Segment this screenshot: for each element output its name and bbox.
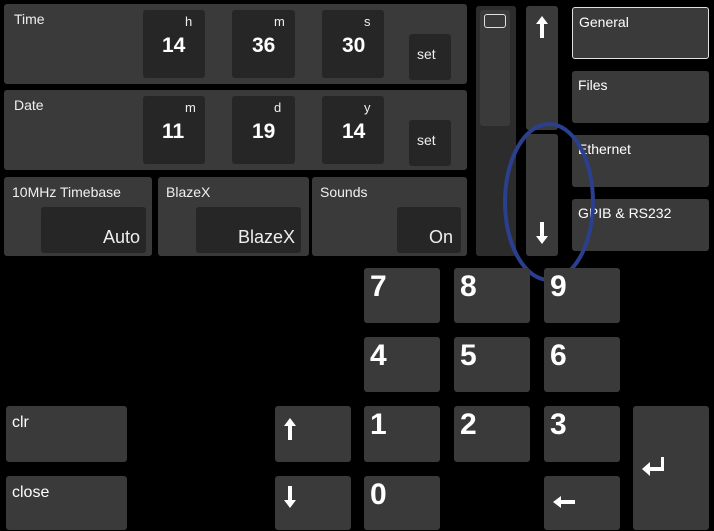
timebase-value: Auto — [102, 227, 140, 247]
key-2-label: 2 — [460, 408, 477, 441]
timebase-label: 10MHz Timebase — [12, 184, 121, 200]
clear-button[interactable]: clr — [6, 406, 127, 462]
key-8-label: 8 — [460, 270, 477, 303]
minute-field[interactable]: m 36 — [232, 10, 295, 78]
key-1-label: 1 — [370, 408, 387, 441]
key-7[interactable]: 7 — [364, 268, 440, 323]
key-2[interactable]: 2 — [454, 406, 530, 462]
month-unit: m — [185, 100, 196, 115]
year-value: 14 — [342, 120, 366, 143]
key-1[interactable]: 1 — [364, 406, 440, 462]
close-label: close — [12, 484, 50, 501]
sidebar-item-general[interactable]: General — [572, 7, 709, 59]
blazex-value: BlazeX — [237, 227, 295, 247]
day-unit: d — [274, 100, 282, 115]
key-8[interactable]: 8 — [454, 268, 530, 323]
key-0-label: 0 — [370, 478, 387, 511]
time-label: Time — [14, 11, 45, 27]
highlight-circle — [503, 122, 595, 282]
scrollbar-grip — [484, 14, 506, 28]
time-set-button[interactable]: set — [409, 34, 451, 80]
date-set-button[interactable]: set — [409, 120, 451, 166]
key-4-label: 4 — [370, 339, 387, 372]
enter-icon — [642, 457, 664, 476]
sounds-value: On — [428, 227, 453, 247]
sounds-label: Sounds — [320, 184, 368, 200]
month-value: 11 — [162, 120, 185, 143]
second-field[interactable]: s 30 — [322, 10, 384, 78]
year-field[interactable]: y 14 — [322, 96, 384, 164]
date-set-label: set — [417, 132, 436, 148]
month-field[interactable]: m 11 — [143, 96, 205, 164]
key-6-label: 6 — [550, 339, 567, 372]
scrollbar-thumb[interactable] — [480, 10, 510, 126]
key-7-label: 7 — [370, 270, 387, 303]
key-0[interactable]: 0 — [364, 476, 440, 530]
date-panel: Date m 11 d 19 y 14 set — [4, 90, 467, 170]
sounds-panel: Sounds On — [312, 177, 467, 256]
cursor-down-button[interactable] — [275, 476, 351, 530]
left-arrow-icon — [553, 496, 575, 508]
hour-field[interactable]: h 14 — [143, 10, 205, 78]
second-value: 30 — [342, 34, 366, 57]
key-9[interactable]: 9 — [544, 268, 620, 323]
minute-value: 36 — [252, 34, 276, 57]
blazex-label: BlazeX — [166, 184, 211, 200]
hour-value: 14 — [162, 34, 186, 57]
time-set-label: set — [417, 46, 436, 62]
key-3-label: 3 — [550, 408, 567, 441]
time-panel: Time h 14 m 36 s 30 set — [4, 4, 467, 84]
down-arrow-icon — [284, 486, 296, 508]
up-arrow-icon — [536, 16, 548, 38]
blazex-selector[interactable]: BlazeX — [196, 207, 301, 253]
date-label: Date — [14, 97, 44, 113]
sounds-toggle[interactable]: On — [397, 207, 461, 253]
close-button[interactable]: close — [6, 476, 127, 530]
day-field[interactable]: d 19 — [232, 96, 295, 164]
sidebar-item-label: General — [579, 14, 629, 30]
timebase-selector[interactable]: Auto — [41, 207, 146, 253]
year-unit: y — [364, 100, 371, 115]
second-unit: s — [364, 14, 371, 29]
clear-label: clr — [12, 414, 29, 431]
minute-unit: m — [274, 14, 285, 29]
backspace-button[interactable] — [544, 476, 620, 530]
sidebar-item-label: Files — [578, 77, 608, 93]
enter-button[interactable] — [633, 406, 709, 530]
key-4[interactable]: 4 — [364, 337, 440, 392]
blazex-panel: BlazeX BlazeX — [158, 177, 309, 256]
hour-unit: h — [185, 14, 193, 29]
up-arrow-icon — [284, 418, 296, 440]
timebase-panel: 10MHz Timebase Auto — [4, 177, 152, 256]
key-9-label: 9 — [550, 270, 567, 303]
cursor-up-button[interactable] — [275, 406, 351, 462]
day-value: 19 — [252, 120, 276, 143]
key-5-label: 5 — [460, 339, 477, 372]
key-6[interactable]: 6 — [544, 337, 620, 392]
key-5[interactable]: 5 — [454, 337, 530, 392]
key-3[interactable]: 3 — [544, 406, 620, 462]
